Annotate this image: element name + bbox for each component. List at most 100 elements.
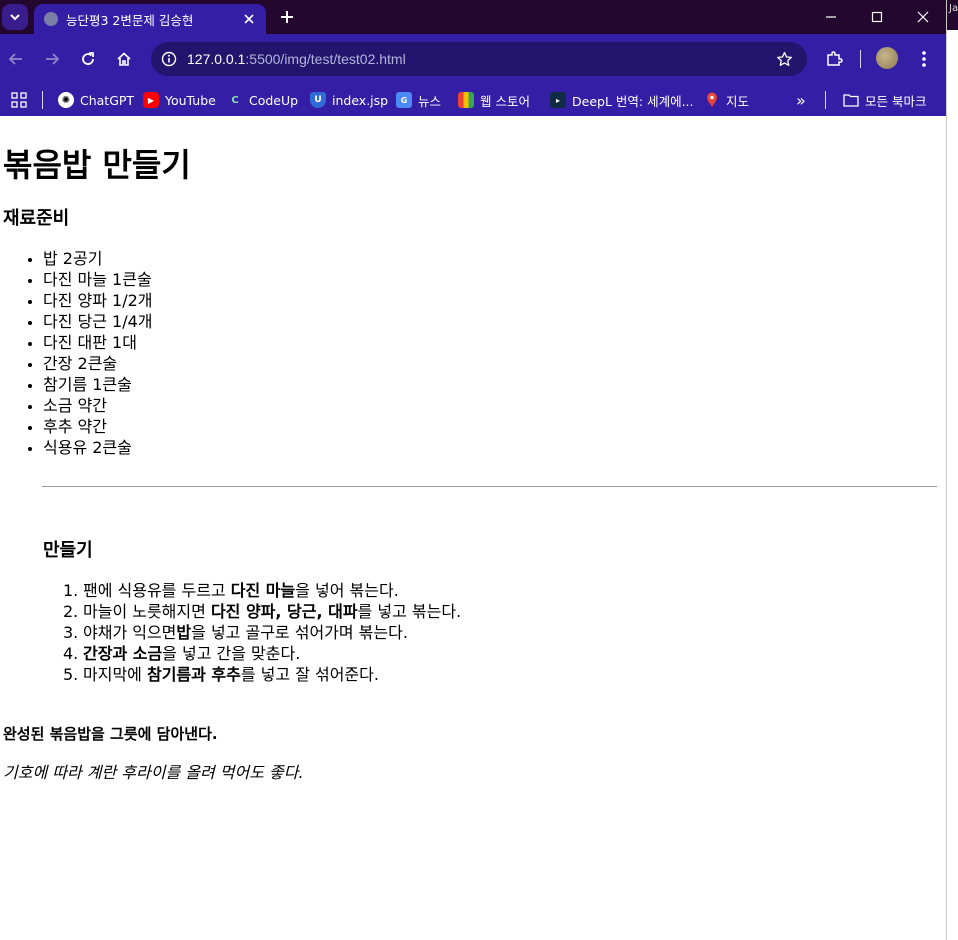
apps-grid-icon <box>11 92 27 108</box>
navigation-toolbar: 127.0.0.1:5500/img/test/test02.html <box>0 34 946 84</box>
step-text: 를 넣고 볶는다. <box>357 602 462 621</box>
method-heading: 만들기 <box>43 540 93 561</box>
step-number: 3. <box>63 623 79 642</box>
globe-icon <box>44 12 58 26</box>
step-text: 를 넣고 잘 섞어준다. <box>240 665 379 684</box>
reload-icon <box>82 52 94 65</box>
tab-search-button[interactable] <box>2 4 28 30</box>
step-text: 야채가 익으면 <box>83 623 177 642</box>
bookmark-label: 모든 북마크 <box>865 93 927 109</box>
chevron-down-icon <box>10 14 20 21</box>
bookmarks-overflow-button[interactable]: » <box>796 88 806 112</box>
ingredient-item: 식용유 2큰술 <box>43 437 153 458</box>
step-item: 5. 마지막에 참기름과 후추를 넣고 잘 섞어준다. <box>63 664 461 685</box>
step-item: 2. 마늘이 노릇해지면 다진 양파, 당근, 대파를 넣고 볶는다. <box>63 601 462 622</box>
arrow-left-icon <box>8 53 22 65</box>
ingredient-item: 다진 마늘 1큰술 <box>43 269 153 290</box>
bookmark-index-jsp[interactable]: U index.jsp <box>310 88 388 112</box>
step-emphasis: 간장과 소금 <box>83 644 163 663</box>
completion-text: 완성된 볶음밥을 그릇에 담아낸다. <box>3 725 218 743</box>
close-icon <box>244 14 254 24</box>
adjacent-window-edge: Ja <box>946 0 958 940</box>
extensions-button[interactable] <box>820 45 848 73</box>
step-text: 을 넣어 볶는다. <box>295 581 399 600</box>
profile-avatar[interactable] <box>876 47 898 69</box>
url-text[interactable]: 127.0.0.1:5500/img/test/test02.html <box>187 51 769 67</box>
web-store-icon <box>458 92 474 108</box>
step-number: 4. <box>63 644 79 663</box>
step-item: 1. 팬에 식용유를 두르고 다진 마늘을 넣어 볶는다. <box>63 580 461 601</box>
arrow-right-icon <box>46 53 60 65</box>
step-number: 2. <box>63 602 79 621</box>
step-number: 1. <box>63 581 79 600</box>
bookmark-web-store[interactable]: 웹 스토어 <box>458 88 530 112</box>
url-host: 127.0.0.1 <box>187 51 246 67</box>
shield-icon: U <box>310 92 326 108</box>
bookmark-deepl[interactable]: ▸ DeepL 번역: 세계에... <box>550 88 693 112</box>
new-tab-button[interactable] <box>276 6 298 28</box>
page-content: 볶음밥 만들기 재료준비 밥 2공기 다진 마늘 1큰술 다진 양파 1/2개 … <box>0 116 946 940</box>
window-close-button[interactable] <box>900 0 946 34</box>
step-number: 5. <box>63 665 79 684</box>
step-item: 3. 야채가 익으면밥을 넣고 골구로 섞어가며 볶는다. <box>63 622 461 643</box>
site-info-icon[interactable] <box>155 45 183 73</box>
toolbar-divider <box>860 50 861 68</box>
step-text: 팬에 식용유를 두르고 <box>83 581 231 600</box>
ingredient-item: 밥 2공기 <box>43 248 153 269</box>
steps-list: 1. 팬에 식용유를 두르고 다진 마늘을 넣어 볶는다. 2. 마늘이 노릇해지면 … <box>63 580 462 685</box>
bookmarks-divider <box>42 91 43 109</box>
star-icon <box>776 51 792 66</box>
serving-tip: 기호에 따라 계란 후라이를 올려 먹어도 좋다. <box>3 763 304 782</box>
home-button[interactable] <box>110 45 138 73</box>
step-emphasis: 밥 <box>176 623 192 642</box>
ingredient-item: 다진 대판 1대 <box>43 332 153 353</box>
step-text: 마늘이 노릇해지면 <box>83 602 211 621</box>
more-vertical-icon <box>922 51 926 67</box>
bookmark-label: DeepL 번역: 세계에... <box>572 93 694 109</box>
step-emphasis: 다진 마늘 <box>230 581 296 600</box>
chatgpt-icon: ✺ <box>58 92 74 108</box>
menu-button[interactable] <box>910 45 938 73</box>
home-icon <box>117 52 131 66</box>
address-bar[interactable]: 127.0.0.1:5500/img/test/test02.html <box>151 42 807 76</box>
bookmark-youtube[interactable]: ▶ YouTube <box>143 88 216 112</box>
step-text: 마지막에 <box>83 665 147 684</box>
bookmark-label: 웹 스토어 <box>480 93 530 109</box>
reload-button[interactable] <box>74 45 102 73</box>
active-tab[interactable]: 능단평3 2변문제 김승현 <box>34 4 266 34</box>
ingredient-item: 간장 2큰술 <box>43 353 153 374</box>
bookmark-maps[interactable]: 지도 <box>704 88 749 112</box>
close-icon <box>917 11 929 23</box>
step-emphasis: 참기름과 후추 <box>146 665 241 684</box>
section-divider <box>42 486 937 487</box>
bookmark-label: CodeUp <box>249 92 299 108</box>
ingredient-item: 참기름 1큰술 <box>43 374 153 395</box>
bookmark-label: index.jsp <box>332 92 389 108</box>
step-item: 4. 간장과 소금을 넣고 간을 맞춘다. <box>63 643 461 664</box>
step-text: 을 넣고 골구로 섞어가며 볶는다. <box>191 623 408 642</box>
bookmark-label: ChatGPT <box>80 92 135 108</box>
bookmark-chatgpt[interactable]: ✺ ChatGPT <box>58 88 134 112</box>
plus-icon <box>281 11 293 23</box>
maximize-button[interactable] <box>854 0 900 34</box>
news-icon: G <box>396 92 412 108</box>
apps-button[interactable] <box>11 88 27 112</box>
back-button[interactable] <box>2 45 30 73</box>
ingredients-heading: 재료준비 <box>3 208 70 229</box>
ingredients-list: 밥 2공기 다진 마늘 1큰술 다진 양파 1/2개 다진 당근 1/4개 다진… <box>43 248 153 458</box>
minimize-button[interactable] <box>808 0 854 34</box>
bookmark-codeup[interactable]: C CodeUp <box>227 88 298 112</box>
title-bar: 능단평3 2변문제 김승현 <box>0 0 946 34</box>
tab-close-button[interactable] <box>240 10 258 28</box>
bookmark-news[interactable]: G 뉴스 <box>396 88 441 112</box>
minimize-icon <box>826 16 836 18</box>
all-bookmarks-button[interactable]: 모든 북마크 <box>843 88 926 112</box>
bookmark-star-button[interactable] <box>769 44 799 74</box>
maps-icon <box>704 92 720 108</box>
bookmark-label: 지도 <box>726 93 750 109</box>
bookmarks-divider <box>825 91 826 109</box>
youtube-icon: ▶ <box>143 92 159 108</box>
ingredient-item: 다진 양파 1/2개 <box>43 290 153 311</box>
forward-button[interactable] <box>38 45 66 73</box>
deepl-icon: ▸ <box>550 92 566 108</box>
